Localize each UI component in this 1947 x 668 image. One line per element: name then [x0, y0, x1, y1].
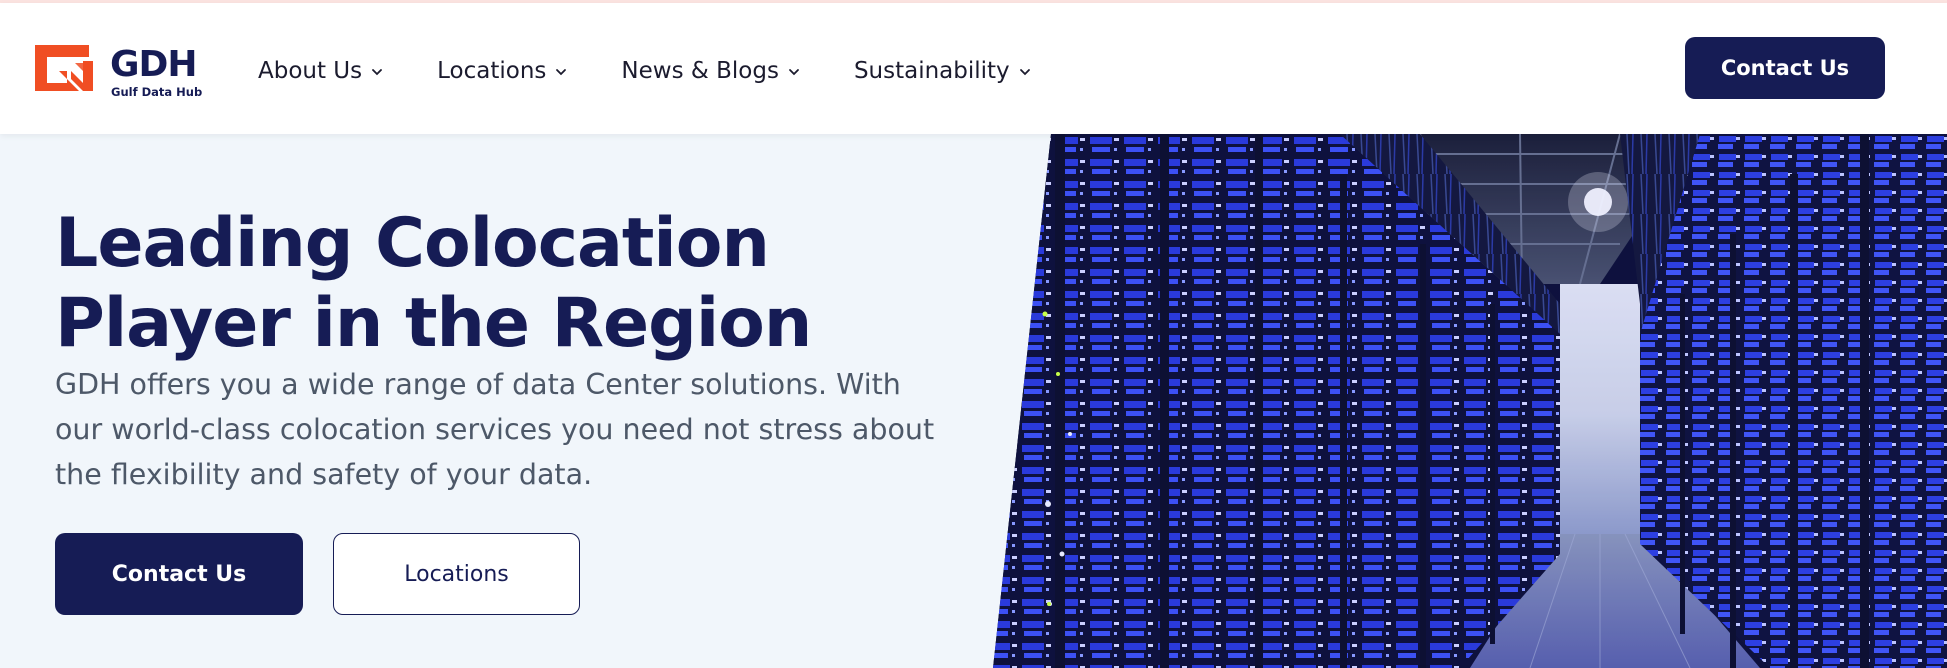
chevron-down-icon [556, 69, 567, 76]
main-nav: About Us Locations News & Blogs Sustaina… [258, 51, 1085, 91]
nav-item-label: Locations [437, 58, 547, 84]
gdh-logo-mark-icon [35, 45, 93, 91]
nav-item-label: Sustainability [853, 58, 1010, 84]
hero-title: Leading Colocation Player in the Region [55, 204, 955, 364]
chevron-down-icon [372, 69, 383, 76]
site-header: GDH Gulf Data Hub About Us Locations New… [0, 3, 1947, 134]
logo-wordmark: GDH [110, 44, 198, 85]
nav-item-label: News & Blogs [621, 58, 779, 84]
logo-tagline: Gulf Data Hub [111, 85, 203, 99]
hero-section: Leading Colocation Player in the Region … [0, 134, 1947, 668]
nav-item-news-blogs[interactable]: News & Blogs [621, 51, 802, 91]
header-contact-us-button[interactable]: Contact Us [1685, 37, 1885, 99]
hero-locations-button[interactable]: Locations [333, 533, 580, 615]
nav-item-label: About Us [258, 58, 363, 84]
nav-item-about-us[interactable]: About Us [258, 51, 385, 91]
hero-title-line-1: Leading Colocation [55, 204, 770, 283]
hero-contact-us-button[interactable]: Contact Us [55, 533, 303, 615]
nav-item-sustainability[interactable]: Sustainability [854, 51, 1033, 91]
hero-title-line-2: Player in the Region [55, 284, 812, 363]
chevron-down-icon [789, 69, 799, 76]
chevron-down-icon [1019, 69, 1030, 76]
gdh-logo[interactable]: GDH Gulf Data Hub [31, 41, 211, 101]
hero-description: GDH offers you a wide range of data Cent… [55, 368, 935, 491]
nav-item-locations[interactable]: Locations [437, 51, 569, 91]
